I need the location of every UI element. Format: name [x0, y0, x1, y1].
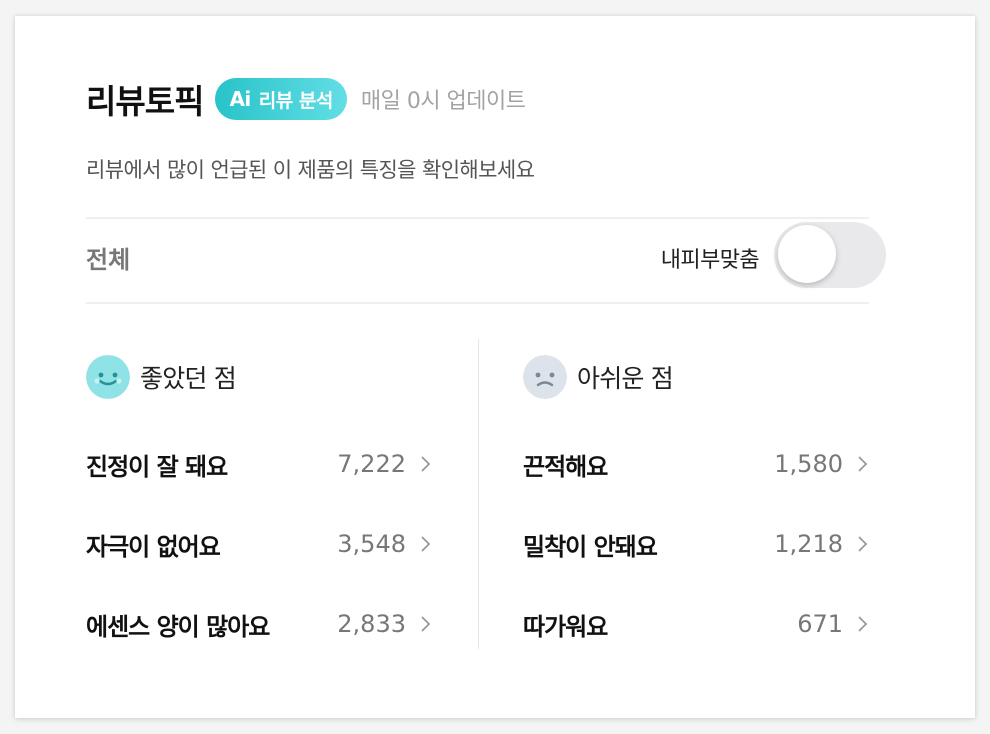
- topic-label: 자극이 없어요: [86, 532, 221, 561]
- good-points-column: 좋았던 점 진정이 잘 돼요 7,222 자극이 없어요 3,548 에센스 양…: [86, 354, 436, 641]
- topic-count: 1,218: [774, 530, 843, 558]
- skin-match-toggle[interactable]: [774, 222, 886, 288]
- column-divider: [478, 339, 479, 649]
- good-points-title: 좋았던 점: [140, 364, 237, 393]
- divider-bottom: [86, 302, 869, 304]
- bad-points-header: 아쉬운 점: [523, 354, 873, 400]
- filter-all-tab[interactable]: 전체: [86, 240, 130, 275]
- topic-label: 진정이 잘 돼요: [86, 452, 228, 481]
- update-schedule-text: 매일 0시 업데이트: [360, 89, 526, 114]
- topic-label: 에센스 양이 많아요: [86, 612, 270, 641]
- chevron-right-icon: [421, 456, 431, 472]
- filter-row: 전체 내피부맞춤: [86, 222, 886, 298]
- smile-face-icon: [86, 355, 130, 399]
- good-topic-item[interactable]: 자극이 없어요 3,548: [86, 524, 436, 564]
- bad-topic-item[interactable]: 끈적해요 1,580: [523, 444, 873, 484]
- topic-count: 2,833: [337, 610, 406, 638]
- topic-count: 3,548: [337, 530, 406, 558]
- topic-count: 671: [797, 610, 843, 638]
- review-topic-header: 리뷰토픽 Ai 리뷰 분석 매일 0시 업데이트: [86, 74, 526, 124]
- good-points-header: 좋았던 점: [86, 354, 436, 400]
- topic-label: 끈적해요: [523, 452, 608, 481]
- chevron-right-icon: [858, 536, 868, 552]
- bad-topic-item[interactable]: 밀착이 안돼요 1,218: [523, 524, 873, 564]
- topic-count: 1,580: [774, 450, 843, 478]
- toggle-knob: [778, 225, 836, 283]
- topic-label: 밀착이 안돼요: [523, 532, 658, 561]
- sad-face-icon: [523, 355, 567, 399]
- chevron-right-icon: [858, 616, 868, 632]
- topic-label: 따가워요: [523, 612, 608, 641]
- good-topic-item[interactable]: 진정이 잘 돼요 7,222: [86, 444, 436, 484]
- bad-points-title: 아쉬운 점: [577, 364, 674, 393]
- bad-topic-item[interactable]: 따가워요 671: [523, 604, 873, 644]
- chevron-right-icon: [421, 536, 431, 552]
- divider-top: [86, 217, 869, 219]
- ai-badge-prefix: Ai: [229, 87, 251, 111]
- chevron-right-icon: [421, 616, 431, 632]
- page-subtitle: 리뷰에서 많이 언급된 이 제품의 특징을 확인해보세요: [86, 158, 535, 182]
- ai-badge-label: 리뷰 분석: [258, 89, 334, 112]
- bad-points-column: 아쉬운 점 끈적해요 1,580 밀착이 안돼요 1,218 따가워요 671: [523, 354, 873, 641]
- review-topic-card: 리뷰토픽 Ai 리뷰 분석 매일 0시 업데이트 리뷰에서 많이 언급된 이 제…: [15, 16, 975, 718]
- topic-count: 7,222: [337, 450, 406, 478]
- good-topic-item[interactable]: 에센스 양이 많아요 2,833: [86, 604, 436, 644]
- skin-match-toggle-label: 내피부맞춤: [660, 248, 760, 273]
- ai-review-badge: Ai 리뷰 분석: [215, 78, 347, 120]
- chevron-right-icon: [858, 456, 868, 472]
- page-title: 리뷰토픽: [86, 82, 204, 121]
